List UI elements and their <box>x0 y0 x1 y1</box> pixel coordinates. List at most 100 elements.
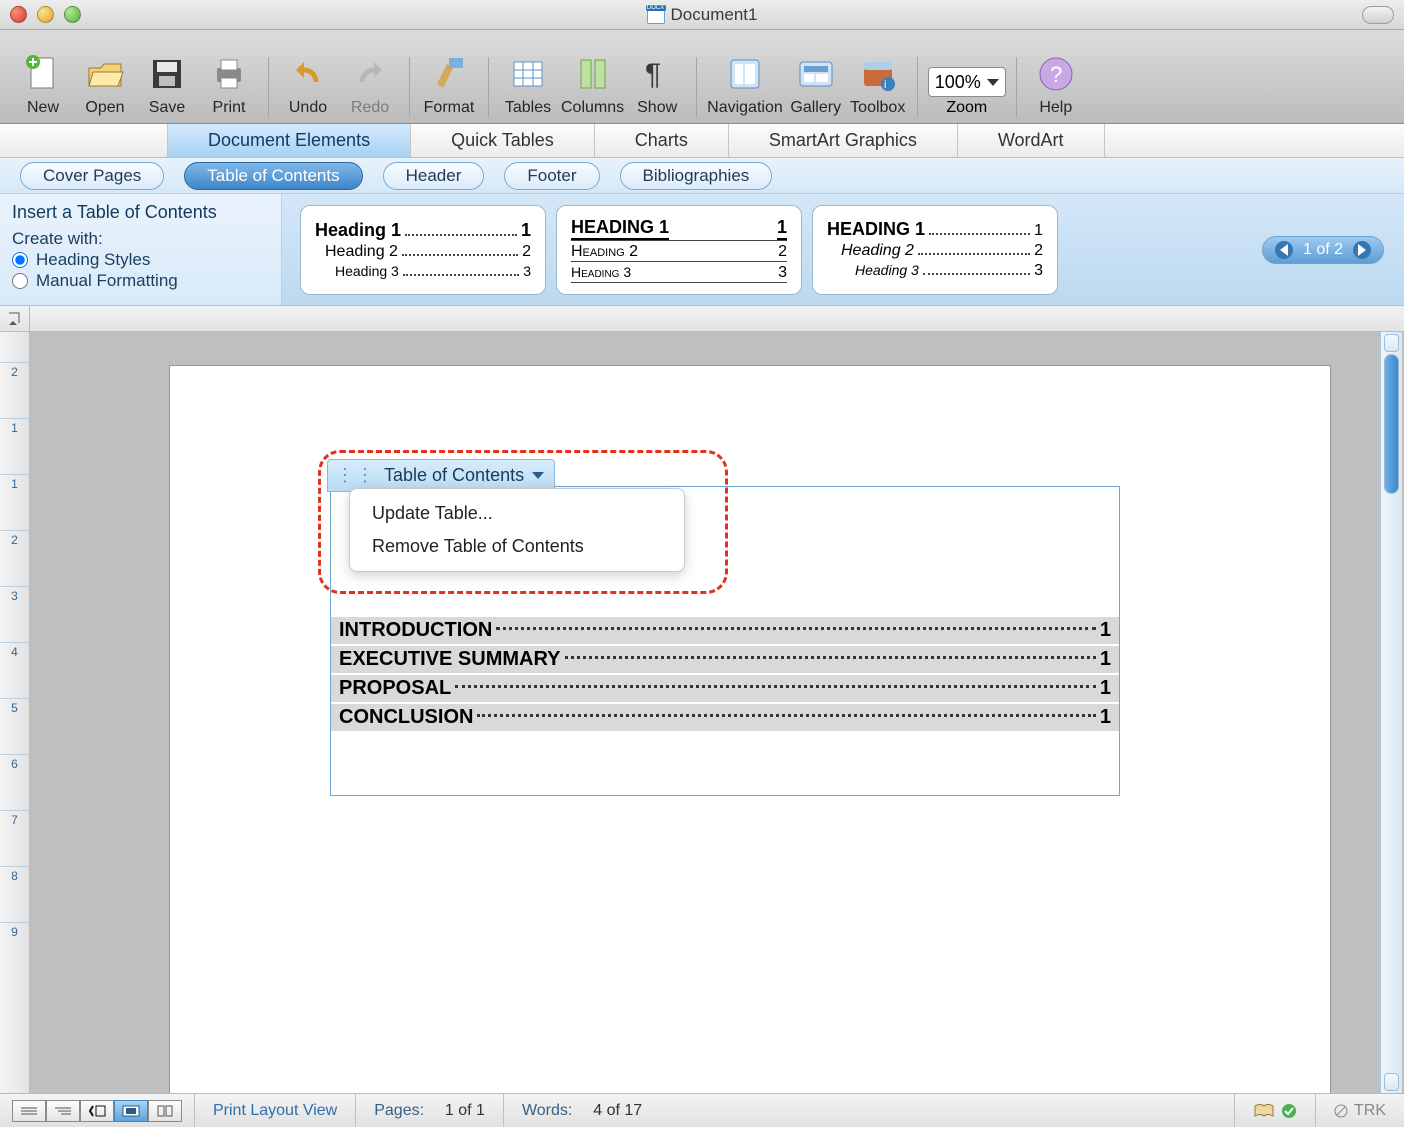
navigation-icon <box>722 51 768 97</box>
open-button[interactable]: Open <box>76 51 134 117</box>
tab-document-elements[interactable]: Document Elements <box>168 124 411 157</box>
vertical-scrollbar[interactable] <box>1380 332 1402 1093</box>
thumb-text: Heading 2 <box>325 243 398 261</box>
thumb-text: Heading 2 <box>571 243 638 261</box>
save-button[interactable]: Save <box>138 51 196 117</box>
chevron-down-icon[interactable] <box>532 472 544 479</box>
toolbox-icon: i <box>855 51 901 97</box>
format-button[interactable]: Format <box>420 51 478 117</box>
tab-quick-tables[interactable]: Quick Tables <box>411 124 595 157</box>
help-label: Help <box>1039 99 1072 117</box>
menu-label: Remove Table of Contents <box>372 536 584 556</box>
gallery-button[interactable]: Gallery <box>787 51 845 117</box>
toolbar-toggle-button[interactable] <box>1362 6 1394 24</box>
gallery-options-panel: Insert a Table of Contents Create with: … <box>0 194 282 305</box>
toc-field-frame[interactable]: ⋮⋮ Table of Contents Update Table... Rem… <box>330 486 1120 796</box>
pill-bibliographies[interactable]: Bibliographies <box>620 162 773 190</box>
tab-label: Quick Tables <box>451 130 554 151</box>
show-label: Show <box>637 99 677 117</box>
new-label: New <box>27 99 59 117</box>
radio-heading-styles[interactable]: Heading Styles <box>12 250 269 270</box>
ribbon-sub-pills: Cover Pages Table of Contents Header Foo… <box>0 158 1404 194</box>
tab-charts[interactable]: Charts <box>595 124 729 157</box>
gallery-pager[interactable]: 1 of 2 <box>1262 236 1384 264</box>
pill-label: Header <box>406 166 462 185</box>
tables-button[interactable]: Tables <box>499 51 557 117</box>
zoom-label: Zoom <box>946 99 987 117</box>
circle-slash-icon <box>1334 1104 1348 1118</box>
help-button[interactable]: ? Help <box>1027 51 1085 117</box>
pill-table-of-contents[interactable]: Table of Contents <box>184 162 362 190</box>
undo-icon <box>285 51 331 97</box>
tab-label: WordArt <box>998 130 1064 151</box>
toc-entry[interactable]: CONCLUSION1 <box>331 704 1119 733</box>
pill-header[interactable]: Header <box>383 162 485 190</box>
thumb-text: 1 <box>521 220 531 241</box>
view-outline[interactable] <box>46 1100 80 1122</box>
radio-input[interactable] <box>12 273 28 289</box>
toolbox-button[interactable]: i Toolbox <box>849 51 907 117</box>
toc-entry-title: PROPOSAL <box>339 677 451 700</box>
thumb-text: 2 <box>1034 242 1043 260</box>
columns-button[interactable]: Columns <box>561 51 624 117</box>
thumb-text: HEADING 1 <box>571 217 669 240</box>
toc-entry[interactable]: EXECUTIVE SUMMARY1 <box>331 646 1119 675</box>
print-button[interactable]: Print <box>200 51 258 117</box>
columns-icon <box>570 51 616 97</box>
redo-button[interactable]: Redo <box>341 51 399 117</box>
status-spellcheck[interactable] <box>1234 1094 1315 1127</box>
status-pages[interactable]: Pages: 1 of 1 <box>355 1094 503 1127</box>
toc-entry-title: CONCLUSION <box>339 706 473 729</box>
print-icon <box>206 51 252 97</box>
toc-style-thumb[interactable]: HEADING 11 Heading 22 Heading 33 <box>812 205 1058 295</box>
status-text: TRK <box>1354 1102 1386 1120</box>
svg-text:¶: ¶ <box>645 58 661 91</box>
pager-prev[interactable] <box>1275 241 1293 259</box>
toc-style-thumb[interactable]: HEADING 11 Heading 22 Heading 33 <box>556 205 802 295</box>
status-words[interactable]: Words: 4 of 17 <box>503 1094 660 1127</box>
radio-input[interactable] <box>12 252 28 268</box>
tab-smartart[interactable]: SmartArt Graphics <box>729 124 958 157</box>
separator <box>268 57 269 117</box>
toc-entry[interactable]: INTRODUCTION1 <box>331 617 1119 646</box>
thumb-text: 1 <box>1034 222 1043 240</box>
view-publishing[interactable] <box>80 1100 114 1122</box>
horizontal-ruler[interactable]: 321123456789101112131415161718 <box>0 306 1404 332</box>
pill-footer[interactable]: Footer <box>504 162 599 190</box>
pager-next[interactable] <box>1353 241 1371 259</box>
toc-dropdown-menu: Update Table... Remove Table of Contents <box>349 488 685 572</box>
zoom-value: 100% <box>935 72 981 93</box>
separator <box>696 57 697 117</box>
view-notebook[interactable] <box>148 1100 182 1122</box>
separator <box>1016 57 1017 117</box>
radio-manual-formatting[interactable]: Manual Formatting <box>12 271 269 291</box>
toc-entry[interactable]: PROPOSAL1 <box>331 675 1119 704</box>
show-button[interactable]: ¶ Show <box>628 51 686 117</box>
status-trk[interactable]: TRK <box>1315 1094 1404 1127</box>
scroll-down-button[interactable] <box>1384 1073 1399 1091</box>
window-title-text: Document1 <box>671 5 758 25</box>
new-button[interactable]: New <box>14 51 72 117</box>
tab-wordart[interactable]: WordArt <box>958 124 1105 157</box>
ruler-corner[interactable] <box>0 306 30 332</box>
view-normal[interactable] <box>12 1100 46 1122</box>
scroll-thumb[interactable] <box>1384 354 1399 494</box>
pill-cover-pages[interactable]: Cover Pages <box>20 162 164 190</box>
gallery-icon <box>793 51 839 97</box>
vertical-ruler[interactable]: 21123456789 <box>0 332 30 1093</box>
toc-style-thumb[interactable]: Heading 11 Heading 22 Heading 33 <box>300 205 546 295</box>
undo-button[interactable]: Undo <box>279 51 337 117</box>
menu-update-table[interactable]: Update Table... <box>350 497 684 530</box>
navigation-button[interactable]: Navigation <box>707 51 783 117</box>
gallery-label: Gallery <box>790 99 841 117</box>
thumb-text: 3 <box>1034 262 1043 280</box>
menu-remove-toc[interactable]: Remove Table of Contents <box>350 530 684 563</box>
view-name: Print Layout View <box>194 1094 355 1127</box>
status-bar: Print Layout View Pages: 1 of 1 Words: 4… <box>0 1093 1404 1127</box>
chevron-down-icon[interactable] <box>987 79 999 86</box>
zoom-control[interactable]: 100% Zoom <box>928 67 1006 117</box>
view-print-layout[interactable] <box>114 1100 148 1122</box>
scroll-up-button[interactable] <box>1384 334 1399 352</box>
page[interactable]: ⋮⋮ Table of Contents Update Table... Rem… <box>170 366 1330 1093</box>
document-canvas[interactable]: ⋮⋮ Table of Contents Update Table... Rem… <box>30 332 1404 1093</box>
